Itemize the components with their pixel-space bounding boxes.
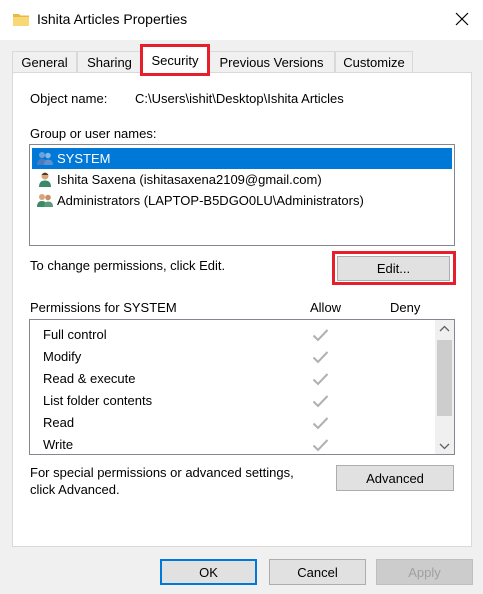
tab-label: Customize [343,55,405,70]
ok-button[interactable]: OK [160,559,257,585]
users-group-icon [36,193,54,208]
security-tab-highlight [140,44,210,76]
user-icon [36,171,54,188]
allow-header: Allow [310,300,342,315]
permission-modify: Modify [43,349,82,364]
permission-write: Write [43,437,74,452]
object-name-label: Object name: [30,91,108,106]
ok-button-label: OK [199,564,218,580]
cancel-button-label: Cancel [297,564,338,580]
user-name: Administrators (LAPTOP-B5DGO0LU\Administ… [57,193,364,208]
allow-check-icon [312,394,329,408]
advanced-text-line1: For special permissions or advanced sett… [30,465,294,480]
group-label: Group or user names: [30,126,157,141]
permissions-scrollbar[interactable] [435,320,454,454]
list-item-administrators[interactable]: Administrators (LAPTOP-B5DGO0LU\Administ… [32,190,452,211]
allow-check-icon [312,438,329,452]
tab-sharing[interactable]: Sharing [77,51,142,73]
list-item-system[interactable]: SYSTEM [32,148,452,169]
scroll-up-icon[interactable] [439,322,450,337]
scroll-thumb[interactable] [437,340,452,416]
change-permissions-text: To change permissions, click Edit. [30,258,226,273]
tab-label: Sharing [87,55,132,70]
permission-full-control: Full control [43,327,107,342]
window-title: Ishita Articles Properties [37,11,188,27]
allow-check-icon [312,416,329,430]
object-name-value: C:\Users\ishit\Desktop\Ishita Articles [135,91,344,106]
apply-button-label: Apply [408,564,441,580]
tab-label: General [21,55,68,70]
deny-header: Deny [390,300,421,315]
user-name: Ishita Saxena (ishitasaxena2109@gmail.co… [57,172,322,187]
user-name: SYSTEM [57,151,111,166]
apply-button[interactable]: Apply [376,559,473,585]
permissions-for-label: Permissions for SYSTEM [30,300,177,315]
tab-general[interactable]: General [12,51,77,73]
users-list[interactable]: SYSTEM Ishita Saxena (ishitasaxena2109@g… [29,144,455,246]
scroll-down-icon[interactable] [439,439,450,454]
list-item-ishita[interactable]: Ishita Saxena (ishitasaxena2109@gmail.co… [32,169,452,190]
edit-button-highlight [332,251,456,285]
allow-check-icon [312,328,329,342]
allow-check-icon [312,350,329,364]
tab-customize[interactable]: Customize [335,51,413,73]
tab-previous-versions[interactable]: Previous Versions [208,51,335,73]
advanced-button[interactable]: Advanced [336,465,454,491]
permission-read: Read [43,415,75,430]
users-group-icon [36,151,54,166]
close-icon [455,12,469,29]
advanced-button-label: Advanced [366,470,424,486]
permission-list-folder-contents: List folder contents [43,393,153,408]
tab-label: Previous Versions [219,55,324,70]
permission-read-execute: Read & execute [43,371,136,386]
cancel-button[interactable]: Cancel [269,559,366,585]
folder-icon [13,12,29,26]
advanced-text-line2: click Advanced. [30,482,120,497]
allow-check-icon [312,372,329,386]
close-button[interactable] [440,0,483,40]
